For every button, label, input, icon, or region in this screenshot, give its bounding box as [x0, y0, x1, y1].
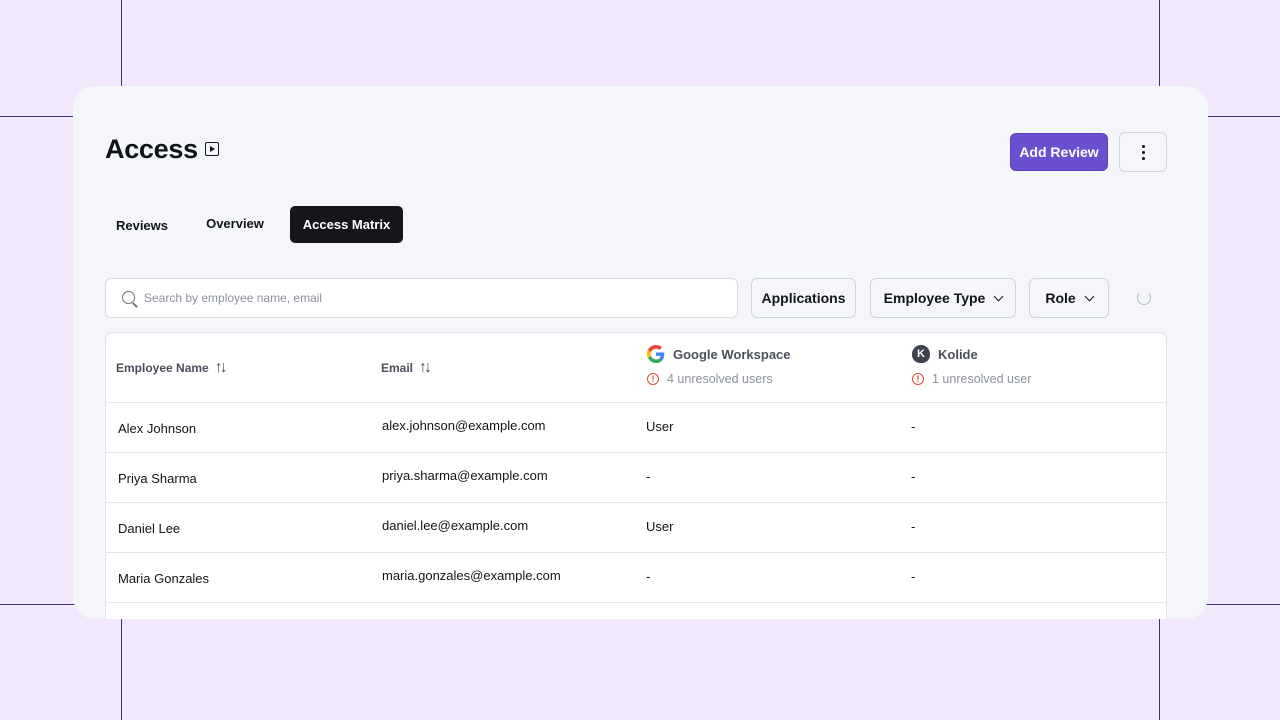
employee-name-cell: Alex Johnson	[118, 421, 197, 436]
search-icon	[122, 291, 135, 304]
google-workspace-access-cell: -	[646, 469, 651, 484]
unresolved-users-count[interactable]: 4 unresolved users	[667, 372, 773, 386]
google-workspace-access-cell: -	[646, 569, 651, 584]
google-logo-icon	[647, 345, 665, 363]
employee-type-filter-dropdown[interactable]: Employee Type	[870, 278, 1016, 318]
access-panel: Access Add Review Reviews Overview Acces…	[73, 86, 1208, 619]
kolide-access-cell: -	[911, 469, 916, 484]
vertical-dots-icon	[1141, 144, 1145, 148]
applications-filter-label: Applications	[761, 290, 846, 306]
google-workspace-access-cell: User	[646, 419, 674, 434]
app-name-kolide: Kolide	[938, 346, 978, 362]
employee-name-cell: Maria Gonzales	[118, 571, 210, 586]
employee-name-cell: Priya Sharma	[118, 471, 197, 486]
warning-icon: !	[647, 373, 659, 385]
kolide-access-cell: -	[911, 569, 916, 584]
unresolved-users-count[interactable]: 1 unresolved user	[932, 372, 1031, 386]
kolide-logo-icon: K	[912, 345, 930, 363]
tab-access-matrix[interactable]: Access Matrix	[290, 206, 403, 243]
table-header: Employee Name ↑↓ Email ↑↓ Google Workspa…	[106, 333, 1166, 403]
table-row[interactable]: Alex Johnson alex.johnson@example.com Us…	[106, 403, 1166, 453]
page-title: Access	[105, 134, 198, 164]
column-header-google-workspace: Google Workspace ! 4 unresolved users	[647, 345, 791, 386]
table-row[interactable]: Maria Gonzales maria.gonzales@example.co…	[106, 553, 1166, 603]
kolide-access-cell: -	[911, 419, 916, 434]
email-cell: daniel.lee@example.com	[382, 518, 529, 533]
table-row[interactable]: Daniel Lee daniel.lee@example.com User -	[106, 503, 1166, 553]
table-row[interactable]: Priya Sharma priya.sharma@example.com - …	[106, 453, 1166, 503]
email-cell: alex.johnson@example.com	[382, 418, 546, 433]
refresh-icon[interactable]	[1137, 291, 1151, 305]
search-box[interactable]	[105, 278, 738, 318]
search-input[interactable]	[144, 279, 724, 317]
app-name-google-workspace: Google Workspace	[673, 346, 791, 362]
access-matrix-table: Employee Name ↑↓ Email ↑↓ Google Workspa…	[105, 332, 1167, 619]
column-header-kolide: K Kolide ! 1 unresolved user	[912, 345, 1031, 386]
sort-icon[interactable]: ↑↓	[419, 359, 432, 377]
role-filter-dropdown[interactable]: Role	[1029, 278, 1109, 318]
add-review-button[interactable]: Add Review	[1010, 133, 1108, 171]
tab-reviews[interactable]: Reviews	[105, 207, 179, 244]
chevron-down-icon	[993, 291, 1004, 301]
email-cell: maria.gonzales@example.com	[382, 568, 561, 583]
kolide-access-cell: -	[911, 519, 916, 534]
play-square-icon[interactable]	[205, 142, 219, 156]
column-header-employee-name[interactable]: Employee Name ↑↓	[116, 359, 228, 377]
chevron-down-icon	[1084, 291, 1095, 301]
employee-type-filter-label: Employee Type	[883, 290, 986, 306]
role-filter-label: Role	[1045, 290, 1076, 306]
google-workspace-access-cell: User	[646, 519, 674, 534]
email-cell: priya.sharma@example.com	[382, 468, 548, 483]
sort-icon[interactable]: ↑↓	[215, 359, 228, 377]
applications-filter-button[interactable]: Applications	[751, 278, 856, 318]
column-header-email[interactable]: Email ↑↓	[381, 359, 432, 377]
warning-icon: !	[912, 373, 924, 385]
more-options-button[interactable]	[1119, 132, 1167, 172]
employee-name-cell: Daniel Lee	[118, 521, 181, 536]
tab-overview[interactable]: Overview	[197, 205, 273, 242]
